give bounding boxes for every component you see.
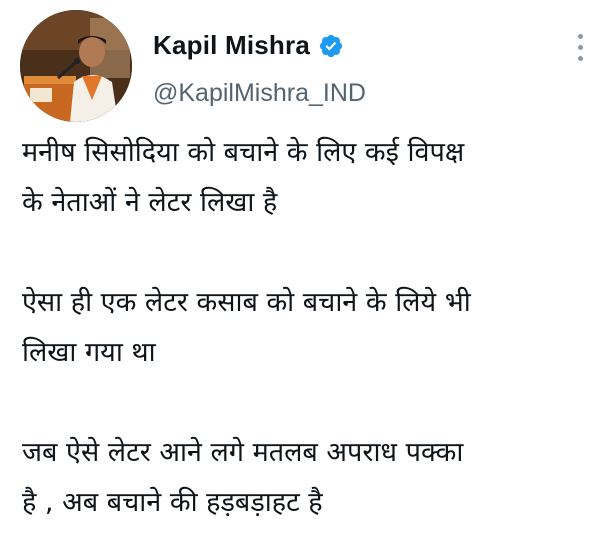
tweet-line: है , अब बचाने की हड़बड़ाहट है — [22, 487, 323, 518]
author-handle[interactable]: @KapilMishra_IND — [153, 79, 366, 108]
tweet-paragraph: ऐसा ही एक लेटर कसाब को बचाने के लिये भी … — [22, 278, 587, 378]
verified-badge-icon — [318, 33, 344, 59]
more-dot-icon — [577, 56, 583, 61]
tweet-line: मनीष सिसोदिया को बचाने के लिए कई विपक्ष — [22, 137, 465, 168]
author-display-name[interactable]: Kapil Mishra — [153, 30, 310, 61]
avatar[interactable] — [20, 10, 132, 122]
tweet-paragraph: मनीष सिसोदिया को बचाने के लिए कई विपक्ष … — [22, 128, 587, 228]
more-options-icon[interactable] — [575, 34, 585, 68]
tweet-line: ऐसा ही एक लेटर कसाब को बचाने के लिये भी — [22, 287, 471, 318]
tweet-line: जब ऐसे लेटर आने लगे मतलब अपराध पक्का — [22, 437, 464, 468]
author-name-row: Kapil Mishra — [153, 30, 344, 61]
tweet-paragraph: जब ऐसे लेटर आने लगे मतलब अपराध पक्का है … — [22, 428, 587, 528]
tweet-line: के नेताओं ने लेटर लिखा है — [22, 187, 278, 218]
tweet-line: लिखा गया था — [22, 337, 156, 368]
avatar-photo — [20, 10, 132, 122]
more-dot-icon — [577, 34, 583, 39]
tweet-card: Kapil Mishra @KapilMishra_IND मनीष सिसोद… — [0, 0, 599, 540]
tweet-text: मनीष सिसोदिया को बचाने के लिए कई विपक्ष … — [22, 128, 587, 528]
more-dot-icon — [577, 45, 583, 50]
